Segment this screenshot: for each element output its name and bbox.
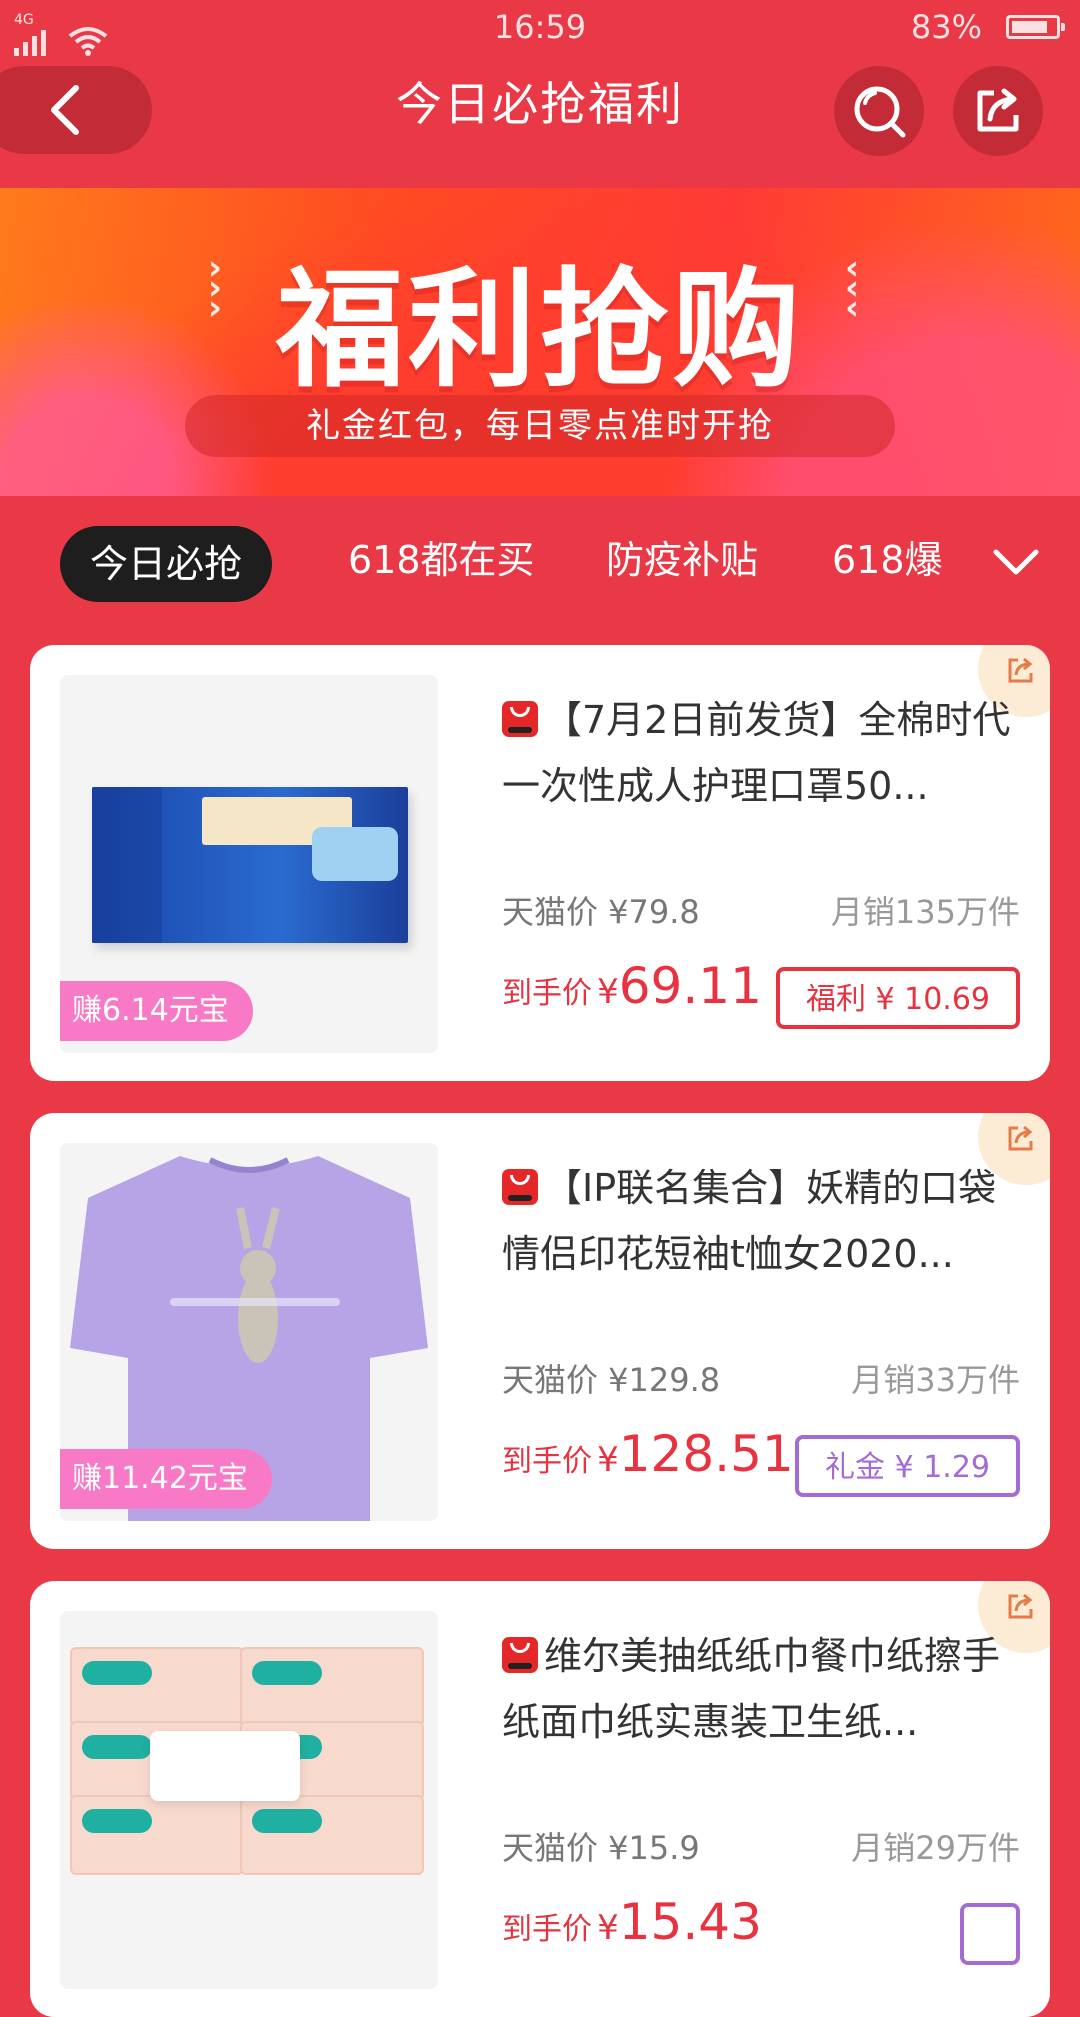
product-title[interactable]: 维尔美抽纸纸巾餐巾纸擦手纸面巾纸实惠装卫生纸...: [502, 1623, 1022, 1755]
final-price: 到手价 ¥128.51: [502, 1425, 794, 1483]
monthly-sales: 月销29万件: [851, 1829, 1020, 1867]
status-bar: 4G 16:59 83%: [0, 0, 1080, 56]
share-icon: [977, 88, 1019, 132]
tmall-price: 天猫价 ¥79.8: [502, 893, 700, 931]
final-price: 到手价 ¥15.43: [502, 1893, 762, 1951]
tmall-price: 天猫价 ¥15.9: [502, 1829, 700, 1867]
product-image[interactable]: 赚6.14元宝: [60, 675, 438, 1053]
battery-icon: [1006, 15, 1065, 39]
monthly-sales: 月销33万件: [851, 1361, 1020, 1399]
tmall-price: 天猫价 ¥129.8: [502, 1361, 721, 1399]
earn-badge: 赚6.14元宝: [60, 981, 253, 1041]
coupon-button[interactable]: 福利 ¥ 10.69: [775, 967, 1020, 1029]
product-image[interactable]: 赚11.42元宝: [60, 1143, 438, 1521]
tab-618-everyone-buys[interactable]: 618都在买: [348, 520, 535, 600]
earn-badge: 赚11.42元宝: [60, 1449, 272, 1509]
header: 今日必抢福利: [0, 56, 1080, 188]
share-button[interactable]: [953, 66, 1043, 156]
share-icon: [1008, 1593, 1033, 1619]
tmall-icon: [502, 1169, 538, 1205]
expand-tabs-button[interactable]: [988, 534, 1044, 590]
final-price: 到手价 ¥69.11: [502, 957, 762, 1015]
tab-today-must-grab[interactable]: 今日必抢: [60, 526, 273, 602]
monthly-sales: 月销135万件: [830, 893, 1020, 931]
search-icon: [854, 86, 906, 138]
product-title[interactable]: 【IP联名集合】妖精的口袋情侣印花短袖t恤女2020...: [502, 1155, 1022, 1287]
product-title[interactable]: 【7月2日前发货】全棉时代一次性成人护理口罩50...: [502, 687, 1022, 819]
banner-title: 福利抢购: [275, 256, 804, 405]
battery-percent: 83%: [910, 8, 982, 46]
share-icon: [1008, 1125, 1033, 1151]
tab-618-hot[interactable]: 618爆: [832, 520, 943, 600]
chevron-down-icon: [993, 549, 1039, 575]
share-icon: [1008, 657, 1033, 683]
category-tabs: 今日必抢 618都在买 防疫补贴 618爆: [0, 520, 1080, 602]
product-card[interactable]: 维尔美抽纸纸巾餐巾纸擦手纸面巾纸实惠装卫生纸... 天猫价 ¥15.9 月销29…: [30, 1581, 1050, 2017]
product-card[interactable]: 赚6.14元宝 【7月2日前发货】全棉时代一次性成人护理口罩50... 天猫价 …: [30, 645, 1050, 1081]
search-button[interactable]: [834, 66, 924, 156]
banner-subtitle: 礼金红包，每日零点准时开抢: [306, 406, 774, 446]
promo-banner[interactable]: › › › ‹ ‹ ‹ 福利抢购 礼金红包，每日零点准时开抢: [0, 188, 1080, 496]
tab-epidemic-subsidy[interactable]: 防疫补贴: [606, 520, 758, 600]
product-card[interactable]: 赚11.42元宝 【IP联名集合】妖精的口袋情侣印花短袖t恤女2020... 天…: [30, 1113, 1050, 1549]
tmall-icon: [502, 701, 538, 737]
tmall-icon: [502, 1637, 538, 1673]
product-image[interactable]: [60, 1611, 438, 1989]
coupon-button[interactable]: [960, 1903, 1020, 1965]
coupon-button[interactable]: 礼金 ¥ 1.29: [795, 1435, 1020, 1497]
